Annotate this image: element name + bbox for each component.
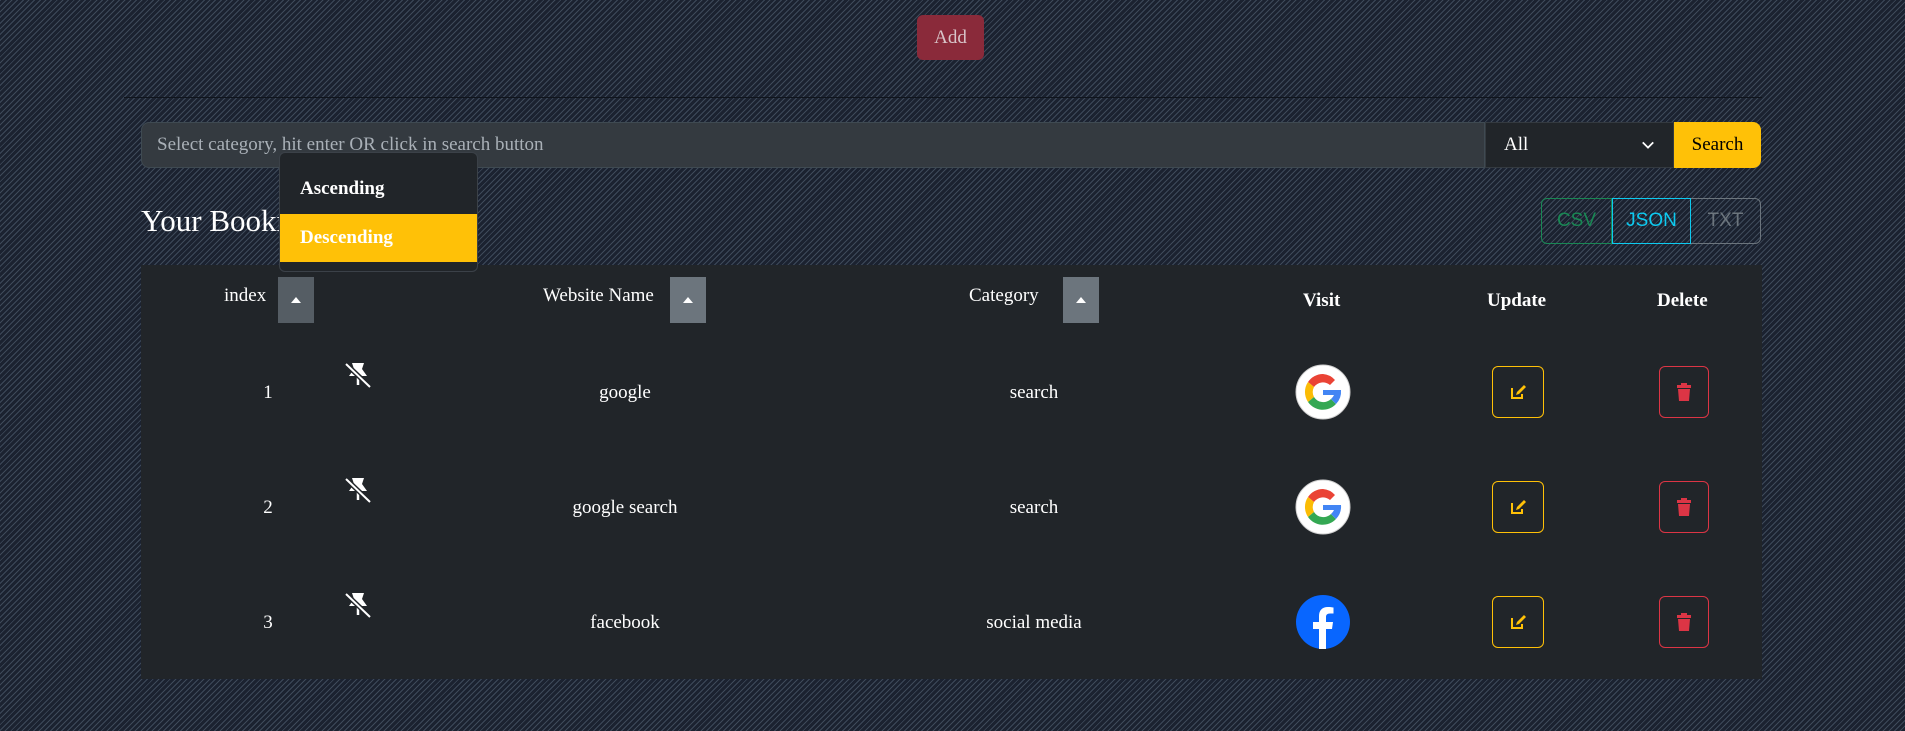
row-index: 2 xyxy=(263,497,273,518)
export-group: CSV JSON TXT xyxy=(1541,198,1761,244)
row-category: social media xyxy=(986,612,1082,633)
unpin-icon[interactable] xyxy=(342,359,374,391)
delete-button[interactable] xyxy=(1659,366,1709,418)
caret-up-icon xyxy=(683,297,693,303)
google-icon[interactable] xyxy=(1295,364,1351,420)
search-button[interactable]: Search xyxy=(1674,122,1761,168)
sort-option-descending[interactable]: Descending xyxy=(280,214,477,262)
export-json-button[interactable]: JSON xyxy=(1612,198,1691,244)
export-csv-button[interactable]: CSV xyxy=(1541,198,1612,244)
sort-dropdown-menu: Ascending Descending xyxy=(279,152,478,272)
unpin-icon[interactable] xyxy=(342,589,374,621)
row-website-name: facebook xyxy=(590,612,660,633)
google-icon[interactable] xyxy=(1295,479,1351,535)
delete-button[interactable] xyxy=(1659,481,1709,533)
sort-category-button[interactable] xyxy=(1063,277,1099,323)
add-button[interactable]: Add xyxy=(917,15,984,60)
edit-icon xyxy=(1511,500,1526,514)
export-txt-button[interactable]: TXT xyxy=(1691,198,1761,244)
header-website-name: Website Name xyxy=(543,285,654,306)
edit-icon xyxy=(1511,615,1526,629)
row-category: search xyxy=(1009,497,1059,518)
row-category: search xyxy=(1009,382,1059,403)
delete-button[interactable] xyxy=(1659,596,1709,648)
category-select-value: All xyxy=(1504,134,1529,155)
edit-button[interactable] xyxy=(1492,596,1544,648)
chevron-down-icon xyxy=(1642,141,1654,149)
header-visit: Visit xyxy=(1303,290,1341,311)
row-website-name: google search xyxy=(572,497,678,518)
header-delete: Delete xyxy=(1657,290,1708,311)
divider xyxy=(124,97,1762,98)
bookmarks-table: index Website Name Category Visit Update… xyxy=(141,265,1762,679)
header-update: Update xyxy=(1487,290,1547,311)
trash-icon xyxy=(1677,383,1691,401)
sort-name-button[interactable] xyxy=(670,277,706,323)
row-website-name: google xyxy=(599,382,651,403)
unpin-icon[interactable] xyxy=(342,474,374,506)
sort-option-ascending[interactable]: Ascending xyxy=(280,165,477,213)
edit-button[interactable] xyxy=(1492,366,1544,418)
row-index: 3 xyxy=(263,612,273,633)
caret-up-icon xyxy=(1076,297,1086,303)
edit-button[interactable] xyxy=(1492,481,1544,533)
category-select[interactable]: All xyxy=(1485,122,1674,168)
header-index: index xyxy=(224,285,267,306)
trash-icon xyxy=(1677,498,1691,516)
sort-index-button[interactable] xyxy=(278,277,314,323)
caret-up-icon xyxy=(291,297,301,303)
header-category: Category xyxy=(969,285,1039,306)
trash-icon xyxy=(1677,613,1691,631)
edit-icon xyxy=(1511,385,1526,399)
row-index: 1 xyxy=(263,382,273,403)
facebook-icon[interactable] xyxy=(1295,594,1351,650)
